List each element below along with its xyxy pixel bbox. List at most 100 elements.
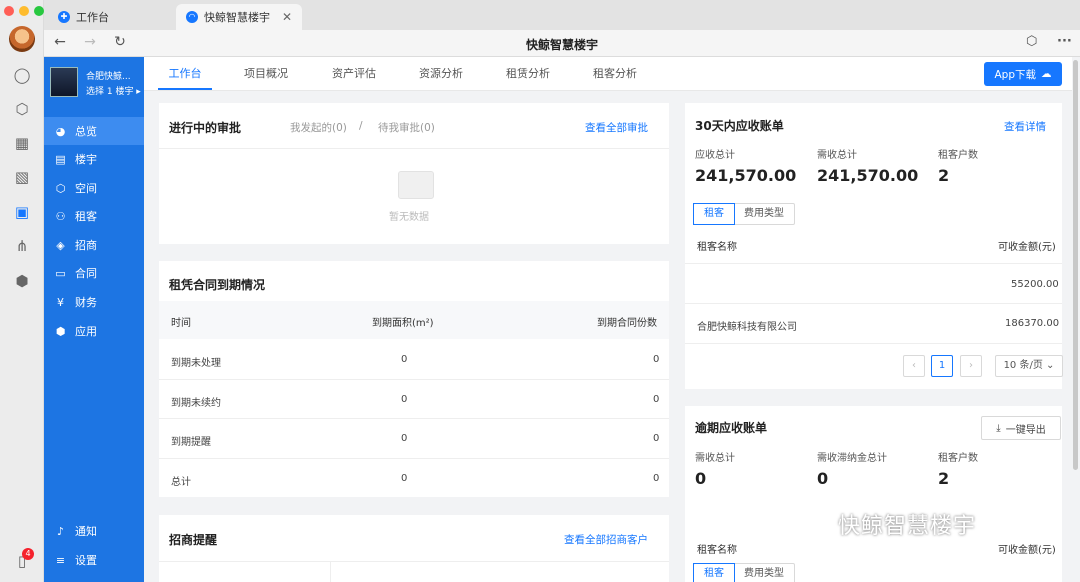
sidebar-item-label: 空间 [75,182,97,195]
pie-chart-icon: ◕ [55,124,66,138]
sidebar-item-notify[interactable]: ♪ 通知 [44,517,144,545]
empty-inbox-icon [398,171,434,199]
sidebar-item-apps[interactable]: ⬢ 应用 [44,317,144,345]
building-name: 合肥快鲸... [86,72,131,82]
view-detail-link[interactable]: 查看详情 [1004,119,1046,134]
calendar-icon[interactable]: ▦ [13,134,31,152]
row-tenant: 合肥快鲸科技有限公司 [697,322,797,333]
sidebar-item-settings[interactable]: ≡ 设置 [44,546,144,574]
minimize-window-button[interactable] [19,6,29,16]
window-controls [4,6,44,16]
cube-icon[interactable]: ⬡ [13,100,31,118]
tab-workbench[interactable]: 工作台 [158,57,212,91]
org-chart-icon[interactable]: ⋔ [13,237,31,255]
view-all-leads-link[interactable]: 查看全部招商客户 [564,532,648,547]
image-icon[interactable]: ▧ [13,168,31,186]
download-icon: ⤓ [996,422,1001,434]
sidebar-item-contract[interactable]: ▭ 合同 [44,259,144,287]
tab-tenant-analysis[interactable]: 租客分析 [585,57,645,91]
group-by-toggle: 租客 费用类型 [693,563,795,582]
fee-type-toggle[interactable]: 费用类型 [734,564,794,582]
kuaijing-tab-icon: ◠ [186,11,198,23]
sidebar-item-finance[interactable]: ¥ 财务 [44,288,144,316]
sidebar-item-label: 招商 [75,239,97,252]
leads-title: 招商提醒 [169,533,218,547]
stat-label: 租客户数 [938,150,978,161]
divider [685,343,1062,344]
box-icon: ⬢ [55,324,66,338]
sidebar-item-space[interactable]: ⬡ 空间 [44,174,144,202]
browser-toolbar: ← → ↻ 快鲸智慧楼宇 ⬡ ··· [44,30,1080,57]
stat-value: 0 [695,469,707,488]
next-page-icon[interactable]: › [960,355,982,377]
sidebar-item-leasing[interactable]: ◈ 招商 [44,231,144,259]
row-count: 0 [653,354,660,365]
divider [685,303,1062,304]
row-count: 0 [653,394,660,405]
tag-icon: ◈ [56,238,65,252]
sidebar-item-label: 设置 [75,554,97,567]
export-button[interactable]: ⤓ 一键导出 [981,416,1061,440]
building-icon: ▤ [55,152,66,166]
sidebar-item-tenant[interactable]: ⚇ 租客 [44,202,144,230]
chat-icon[interactable]: ◯ [13,66,31,84]
sidebar-item-label: 租客 [75,210,97,223]
page-size-select[interactable]: 10 条/页 ⌄ [995,355,1063,377]
col-count: 到期合同份数 [597,318,657,329]
divider [159,418,669,419]
tab-lease-analysis[interactable]: 租赁分析 [498,57,558,91]
tenant-toggle[interactable]: 租客 [693,563,735,582]
more-icon[interactable]: ··· [1057,34,1072,49]
close-tab-icon[interactable]: ✕ [282,10,292,24]
app-download-button[interactable]: App下载 ☁ [984,62,1062,86]
tab-project-overview[interactable]: 项目概况 [236,57,296,91]
apps-grid-icon[interactable]: ▣ [13,203,31,221]
prev-page-icon[interactable]: ‹ [903,355,925,377]
tab-label: 工作台 [76,11,109,24]
building-select[interactable]: 选择 1 楼宇 ▸ [86,84,141,97]
row-area: 0 [401,394,408,405]
hexagon-play-icon[interactable]: ⬢ [13,272,31,290]
receivable-card: 30天内应收账单 查看详情 应收总计 241,570.00 需收总计 241,5… [685,103,1063,389]
col-area: 到期面积(m²) [372,318,434,329]
stat-label: 需收总计 [817,150,857,161]
empty-text: 暂无数据 [389,212,429,223]
users-icon: ⚇ [55,209,66,223]
overdue-title: 逾期应收账单 [695,421,768,435]
settings-hexagon-icon[interactable]: ⬡ [1026,34,1037,49]
sidebar-item-label: 总览 [75,125,97,138]
pending-filter[interactable]: 待我审批(0) [378,120,435,135]
page-size-label: 10 条/页 [1003,360,1043,371]
tab-kuaijing[interactable]: ◠ 快鲸智慧楼宇 ✕ [176,4,302,30]
bell-icon: ♪ [56,524,65,538]
mine-filter[interactable]: 我发起的(0) [290,120,347,135]
user-avatar[interactable] [9,26,35,52]
building-selector[interactable]: 合肥快鲸... 选择 1 楼宇 ▸ [50,67,141,97]
menu-icon: ≡ [55,553,66,567]
col-tenant-name: 租客名称 [697,545,737,556]
fee-type-toggle[interactable]: 费用类型 [734,204,794,224]
workbench-tab-icon: ✚ [58,11,70,23]
sidebar: 合肥快鲸... 选择 1 楼宇 ▸ ◕ 总览 ▤ 楼宇 ⬡ 空间 ⚇ 租客 ◈ … [44,57,144,582]
close-window-button[interactable] [4,6,14,16]
tab-resource-analysis[interactable]: 资源分析 [411,57,471,91]
scrollbar[interactable] [1073,60,1078,470]
browser-tab-bar: ✚ 工作台 ◠ 快鲸智慧楼宇 ✕ [44,0,1080,30]
stat-value: 241,570.00 [817,166,919,185]
sidebar-item-building[interactable]: ▤ 楼宇 [44,145,144,173]
stat-value: 2 [938,469,950,488]
view-all-approvals-link[interactable]: 查看全部审批 [585,120,648,135]
tenant-toggle[interactable]: 租客 [693,203,735,225]
yen-coin-icon: ¥ [57,295,64,309]
cube-icon: ⬡ [55,181,66,195]
receivable-title: 30天内应收账单 [695,119,784,133]
sidebar-item-overview[interactable]: ◕ 总览 [44,117,144,145]
page-1-button[interactable]: 1 [931,355,953,377]
expiry-title: 租凭合同到期情况 [169,278,266,292]
stat-label: 需收总计 [695,453,735,464]
zoom-window-button[interactable] [34,6,44,16]
tab-asset-evaluation[interactable]: 资产评估 [324,57,384,91]
tab-workbench[interactable]: ✚ 工作台 [48,4,176,30]
table-header: 时间 到期面积(m²) 到期合同份数 [159,301,669,339]
leads-card: 招商提醒 查看全部招商客户 [159,515,669,582]
